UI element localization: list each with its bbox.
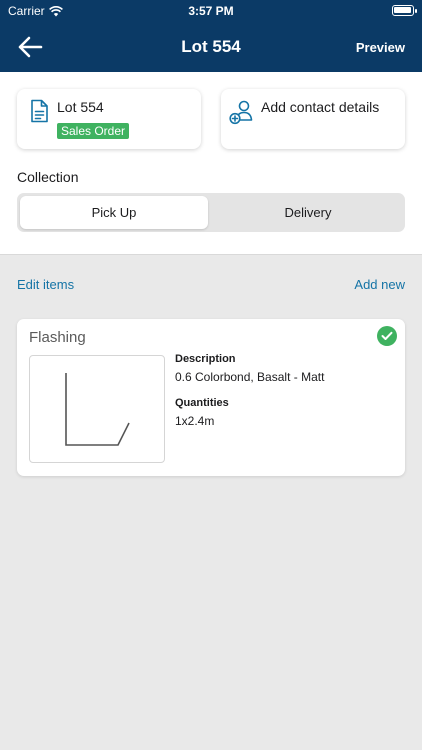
- lot-title: Lot 554: [57, 99, 104, 115]
- header-bar: Carrier 3:57 PM Lot 554 Preview: [0, 0, 422, 72]
- flashing-profile-drawing: [65, 373, 130, 446]
- description-value: 0.6 Colorbond, Basalt - Matt: [175, 370, 325, 384]
- quantities-value: 1x2.4m: [175, 414, 215, 428]
- order-summary-section: Lot 554 Sales Order Add contact details …: [0, 72, 422, 255]
- quantities-label: Quantities: [175, 397, 229, 409]
- completed-check-icon: [377, 326, 397, 346]
- preview-button[interactable]: Preview: [356, 40, 405, 55]
- description-label: Description: [175, 353, 236, 365]
- pick-up-option[interactable]: Pick Up: [20, 196, 208, 229]
- add-contact-label: Add contact details: [261, 99, 380, 115]
- flashing-diagram: [29, 355, 165, 463]
- item-title: Flashing: [29, 329, 86, 346]
- status-bar: Carrier 3:57 PM: [0, 0, 422, 22]
- item-card[interactable]: Flashing Description 0.6 Colorbond, Basa…: [17, 319, 405, 476]
- lot-card[interactable]: Lot 554 Sales Order: [17, 89, 201, 149]
- sales-order-badge: Sales Order: [57, 123, 130, 139]
- person-add-icon: [229, 100, 253, 125]
- collection-label: Collection: [17, 169, 79, 185]
- add-contact-card[interactable]: Add contact details: [221, 89, 405, 149]
- edit-items-button[interactable]: Edit items: [17, 277, 74, 292]
- collection-segmented-control: Pick Up Delivery: [17, 193, 405, 232]
- document-icon: [31, 99, 48, 123]
- add-new-button[interactable]: Add new: [354, 277, 405, 292]
- nav-bar: Lot 554 Preview: [0, 26, 422, 68]
- delivery-option[interactable]: Delivery: [214, 196, 402, 229]
- battery-icon: [392, 5, 417, 16]
- status-time: 3:57 PM: [188, 4, 234, 18]
